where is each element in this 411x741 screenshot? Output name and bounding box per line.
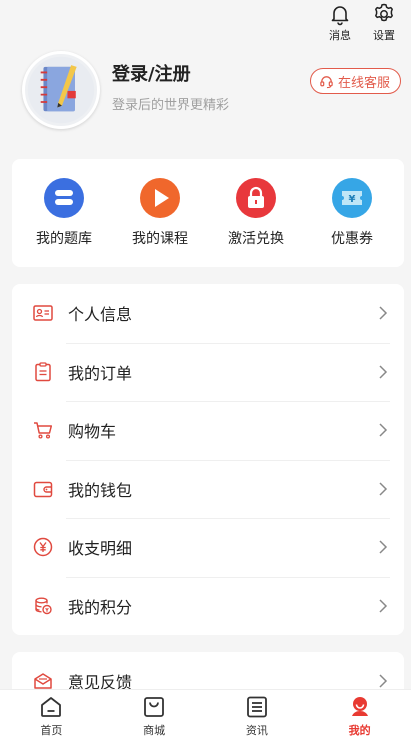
coupon-icon: ¥ (332, 178, 372, 218)
quick-item-label: 激活兑换 (228, 231, 284, 247)
quick-item-activate-redeem[interactable]: 激活兑换 (211, 178, 301, 248)
settings-label: 设置 (373, 29, 395, 42)
svg-text:¥: ¥ (349, 194, 356, 205)
menu-item-label: 个人信息 (68, 305, 133, 325)
bell-icon (331, 6, 349, 26)
chevron-right-icon (379, 306, 388, 320)
tab-home[interactable]: 首页 (0, 690, 103, 741)
menu-item-shopping-cart[interactable]: 购物车 (12, 401, 404, 460)
shop-bag-icon (144, 696, 165, 717)
tab-shop[interactable]: 商城 (103, 690, 206, 741)
login-subtitle: 登录后的世界更精彩 (112, 97, 230, 113)
tab-label: 首页 (40, 723, 63, 737)
top-bar: 消息 设置 (325, 0, 411, 48)
chevron-right-icon (379, 423, 388, 437)
account-menu-card: 个人信息 我的订单 购物车 我的钱包 收支明细 我的积分 (12, 284, 404, 635)
menu-item-label: 我的订单 (68, 363, 133, 383)
profile-header: 登录/注册 登录后的世界更精彩 在线客服 (22, 50, 401, 130)
headset-icon (320, 75, 333, 88)
chevron-right-icon (379, 365, 388, 379)
coins-icon (32, 595, 54, 617)
lock-activate-icon (236, 178, 276, 218)
quick-item-label: 我的题库 (36, 231, 92, 247)
quick-item-label: 优惠券 (331, 231, 373, 247)
home-icon (41, 696, 62, 717)
quick-item-question-bank[interactable]: 我的题库 (19, 178, 109, 248)
profile-icon (351, 696, 368, 716)
question-bank-icon (44, 178, 84, 218)
settings-button[interactable]: 设置 (369, 2, 399, 48)
gear-icon (375, 3, 393, 22)
tab-label: 我的 (348, 723, 371, 737)
quick-item-label: 我的课程 (132, 231, 188, 247)
tab-news[interactable]: 资讯 (206, 690, 309, 741)
id-card-icon (32, 302, 54, 324)
menu-item-label: 收支明细 (68, 539, 133, 559)
menu-item-label: 我的积分 (68, 597, 133, 617)
menu-item-label: 我的钱包 (68, 480, 133, 500)
online-service-button[interactable]: 在线客服 (309, 68, 401, 94)
menu-item-income-expense[interactable]: 收支明细 (12, 518, 404, 577)
clipboard-icon (32, 361, 54, 383)
menu-item-my-points[interactable]: 我的积分 (12, 576, 404, 636)
news-icon (246, 696, 267, 717)
bottom-tab-bar: 首页 商城 资讯 我的 (0, 689, 411, 741)
menu-item-my-orders[interactable]: 我的订单 (12, 342, 404, 402)
menu-item-label: 购物车 (68, 422, 117, 442)
yen-icon (32, 536, 54, 558)
tab-mine[interactable]: 我的 (308, 690, 411, 741)
online-service-label: 在线客服 (337, 75, 390, 91)
quick-item-coupons[interactable]: ¥ 优惠券 (307, 178, 397, 248)
chevron-right-icon (379, 540, 388, 554)
play-course-icon (140, 178, 180, 218)
cart-icon (32, 419, 54, 441)
tab-label: 商城 (143, 723, 166, 737)
avatar[interactable] (22, 51, 100, 129)
messages-label: 消息 (329, 29, 351, 42)
tab-label: 资讯 (245, 723, 268, 737)
chevron-right-icon (379, 599, 388, 613)
quick-item-my-courses[interactable]: 我的课程 (115, 178, 205, 248)
menu-item-my-wallet[interactable]: 我的钱包 (12, 459, 404, 519)
quick-actions-card: 我的题库 我的课程 激活兑换 ¥ 优惠券 (12, 159, 404, 267)
menu-item-personal-info[interactable]: 个人信息 (12, 284, 404, 343)
chevron-right-icon (379, 674, 388, 688)
wallet-icon (32, 478, 54, 500)
notebook-avatar-icon (27, 56, 95, 124)
chevron-right-icon (379, 482, 388, 496)
messages-button[interactable]: 消息 (325, 2, 355, 48)
